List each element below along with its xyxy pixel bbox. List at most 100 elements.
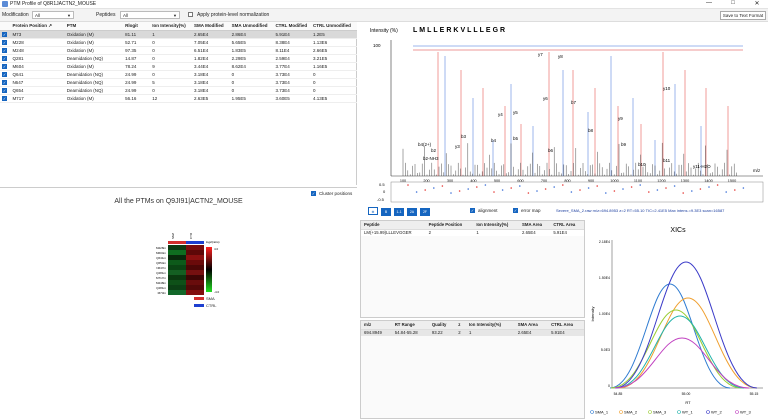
error-point — [467, 188, 469, 190]
row-checkbox[interactable]: ✓ — [0, 86, 11, 95]
col-header-peptide[interactable]: Peptide — [361, 221, 426, 230]
error-point — [587, 187, 590, 189]
xic-curve — [615, 315, 745, 389]
col-header-ion-intensity[interactable]: Ion Intensity(%) — [150, 22, 193, 31]
col-header-ion-intensity[interactable]: Ion Intensity(%) — [465, 321, 515, 330]
error-point — [570, 191, 573, 193]
row-checkbox[interactable]: ✓ — [0, 70, 11, 79]
cell-ctrl-modified: 3.60E5 — [273, 94, 312, 103]
col-header-ptm[interactable]: PTM — [64, 22, 124, 31]
heatmap-row-label: M228m — [156, 246, 167, 250]
x-tick-label: 1200 — [657, 179, 665, 183]
peak-annotation: b8 — [588, 128, 594, 133]
minimize-icon[interactable]: — — [700, 0, 718, 6]
col-header-ctrl-unmodified[interactable]: CTRL Unmodified — [311, 22, 357, 31]
error-point — [605, 192, 607, 194]
modification-label: Modification — [2, 12, 29, 18]
col-header-z[interactable]: z — [455, 321, 466, 330]
heatmap-cell-ctrl — [186, 265, 204, 270]
peptides-select[interactable]: All ▼ — [120, 11, 180, 19]
row-checkbox[interactable]: ✓ — [0, 94, 11, 103]
table-row[interactable]: LM(+15.99)LLLEVGGER 2 1 2.65E4 5.91E4 — [361, 229, 584, 236]
heatmap-cell-ctrl — [186, 270, 204, 275]
col-header-peptide-position[interactable]: Peptide Position — [425, 221, 474, 230]
maximize-icon[interactable]: □ — [724, 0, 742, 6]
cell-position: M717 — [10, 94, 65, 103]
col-header-quality[interactable]: Quality — [428, 321, 456, 330]
modification-select[interactable]: All ▼ — [32, 11, 74, 19]
col-header-ctrl-area[interactable]: CTRL Area — [550, 221, 584, 230]
col-header-position[interactable]: Protein Position ↗ — [10, 22, 65, 31]
table-row[interactable]: ✓ N647 Deamidation (NQ) 24.99 5 3.18E4 0 3.73E4… — [0, 78, 357, 87]
cluster-positions-checkbox[interactable]: ✓ — [311, 191, 316, 197]
col-header-mz[interactable]: m/z — [361, 321, 392, 330]
heatmap-cell-sma — [168, 245, 186, 250]
close-icon[interactable]: ✕ — [748, 0, 766, 7]
legend-label: SMA — [206, 296, 215, 301]
x-tick-label: 1400 — [704, 179, 712, 183]
col-header-sma-unmodified[interactable]: SMA Unmodified — [229, 22, 274, 31]
cell-ion-intensity: 0 — [150, 86, 193, 95]
charge-2f-button[interactable]: 2F — [420, 208, 430, 216]
error-map-checkbox[interactable]: ✓ — [513, 208, 518, 214]
normalization-checkbox[interactable] — [188, 12, 193, 18]
cell-ctrl-unmodified: 0 — [311, 78, 357, 87]
xic-y-tick: 5.0E3 — [601, 348, 610, 352]
col-header-sma-area[interactable]: SMA Area — [514, 321, 549, 330]
cell-ptm: Oxidation (M) — [64, 94, 124, 103]
spectrum-info: Severe_SMA_2.raw m/z=694.8953 z=2 RT=55.… — [556, 208, 725, 213]
zoom-button[interactable]: ⊕ — [368, 207, 378, 215]
row-checkbox[interactable]: ✓ — [0, 30, 11, 39]
heatmap-cell-ctrl — [186, 245, 204, 250]
error-point — [458, 190, 461, 192]
cell-ctrl-modified: 5.91E4 — [273, 30, 312, 39]
peptides-label: Peptides — [96, 12, 116, 18]
row-checkbox[interactable]: ✓ — [0, 46, 11, 55]
xic-y-tick: 1.00E4 — [599, 312, 610, 316]
col-header-ion-intensity[interactable]: Ion Intensity(%) — [473, 221, 520, 230]
table-row[interactable]: ✓ M248 Oxidation (M) 97.35 0 6.51E4 1.83E5 8.11… — [0, 46, 357, 55]
b-ion-button[interactable]: B — [381, 208, 391, 216]
heatmap-cell-ctrl — [186, 285, 204, 290]
cell-position: Q281 — [10, 54, 65, 63]
cell-rlogit: 24.99 — [123, 78, 151, 87]
xic-xlabel: RT — [685, 400, 691, 405]
heatmap-title: All the PTMs on Q9JI91|ACTN2_MOUSE — [114, 198, 243, 205]
row-checkbox[interactable]: ✓ — [0, 62, 11, 71]
cell-sma-modified: 2.65E4 — [192, 30, 230, 39]
table-row[interactable]: ✓ M717 Oxidation (M) 56.16 12 2.63E5 1.95E5 3.6… — [0, 94, 357, 103]
col-header-rt-range[interactable]: RT Range — [391, 321, 429, 330]
xic-y-tick: 1.50E4 — [599, 276, 610, 280]
heatmap-panel: ✓ Cluster positions All the PTMs on Q9JI… — [0, 187, 357, 419]
row-checkbox[interactable]: ✓ — [0, 54, 11, 63]
error-point — [656, 189, 659, 191]
col-header-rlogit[interactable]: Rlogit — [123, 22, 151, 31]
col-header-sma-area[interactable]: SMA Area — [519, 221, 551, 230]
cell-ctrl-area: 5.91E4 — [553, 230, 567, 236]
charge-2a-button[interactable]: 2A — [407, 208, 417, 216]
table-row[interactable]: ✓ M604 Oxidation (M) 78.24 9 3.44E4 8.62E4 3.77… — [0, 62, 357, 71]
table-row[interactable]: ✓ Q654 Deamidation (NQ) 24.99 0 3.18E4 0 3.73E4… — [0, 86, 357, 95]
col-header-ctrl-area[interactable]: CTRL Area — [548, 321, 584, 330]
xic-legend-label: WT_1 — [682, 410, 693, 415]
table-row[interactable]: ✓ Q641 Deamidation (NQ) 24.99 0 3.18E4 0 3.73E4… — [0, 70, 357, 79]
table-row[interactable]: ✓ M228 Oxidation (M) 52.71 0 7.05E4 5.65E5 8.38… — [0, 38, 357, 47]
table-row[interactable]: 694.8949 54.84-55.28 93.22 2 1 2.65E4 5.… — [361, 329, 584, 336]
alignment-checkbox[interactable]: ✓ — [470, 208, 475, 214]
col-header-ctrl-modified[interactable]: CTRL Modified — [273, 22, 312, 31]
save-to-text-button[interactable]: Save to Text Format — [720, 11, 766, 20]
cell-quality: 93.22 — [431, 330, 443, 336]
xic-x-tick: 54.85 — [614, 392, 623, 396]
error-point — [450, 192, 452, 194]
error-point — [734, 189, 736, 191]
row-checkbox[interactable]: ✓ — [0, 78, 11, 87]
heatmap-cell-sma — [168, 265, 186, 270]
table-row[interactable]: ✓ Q281 Deamidation (NQ) 14.87 0 1.82E4 2.29E5 2… — [0, 54, 357, 63]
check-icon: ✓ — [2, 71, 7, 77]
peak-annotation: y5 — [513, 110, 518, 115]
row-checkbox[interactable]: ✓ — [0, 38, 11, 47]
peak-annotation: y8 — [558, 54, 563, 59]
table-row[interactable]: ✓ M73 Oxidation (M) 81.11 1 2.65E4 2.86E4 5.91E… — [0, 30, 357, 39]
col-header-sma-modified[interactable]: SMA Modified — [192, 22, 230, 31]
charge-1-button[interactable]: 1-1 — [394, 208, 404, 216]
